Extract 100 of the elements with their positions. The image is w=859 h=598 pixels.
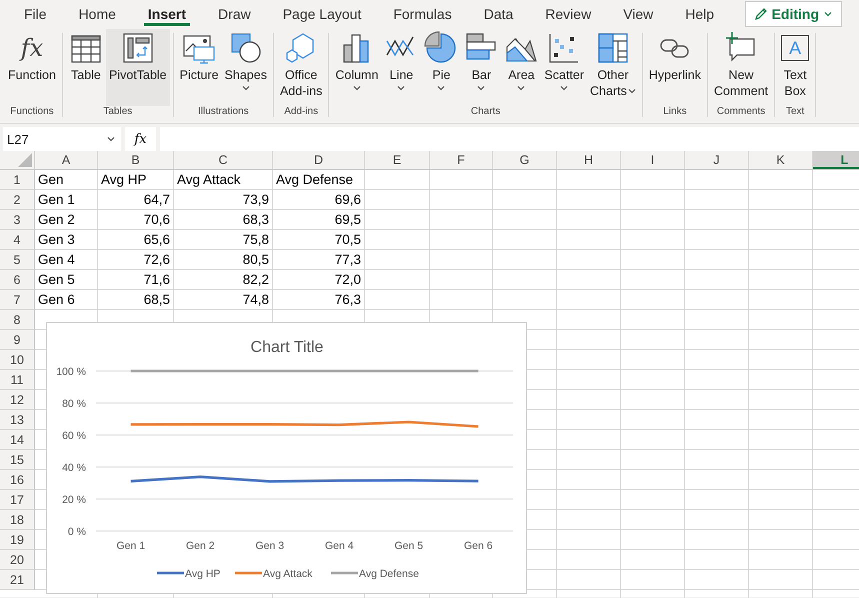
row-header[interactable]: 12 bbox=[0, 390, 35, 410]
ribbon-tab[interactable]: Review bbox=[529, 0, 608, 27]
ribbon-button[interactable]: New Comment bbox=[710, 29, 772, 106]
ribbon-tab[interactable]: Help bbox=[669, 0, 730, 27]
text-box-icon: A bbox=[781, 35, 810, 61]
table-cell: Gen 3 bbox=[38, 231, 75, 248]
chart-area[interactable]: Chart Title 0 % 20 % 40 % 60 % 80 % 100 % Gen 1 Gen 2 Gen 3 Gen 4 Gen 5 Gen 6 Avg HP Avg Attack Avg Defense bbox=[46, 322, 527, 594]
ribbon-button[interactable]: A Text Box bbox=[778, 29, 812, 106]
row-header[interactable]: 6 bbox=[0, 270, 35, 290]
row-header[interactable]: 9 bbox=[0, 330, 35, 350]
ribbon-button[interactable]: Picture bbox=[176, 29, 222, 106]
pie-chart-icon bbox=[424, 31, 458, 65]
column-header[interactable]: G bbox=[493, 151, 557, 169]
legend-label: Avg Defense bbox=[359, 568, 419, 580]
row-header[interactable]: 5 bbox=[0, 250, 35, 270]
ribbon-tab[interactable]: Data bbox=[468, 0, 530, 27]
ribbon-tab[interactable]: Home bbox=[62, 0, 132, 27]
chart-grid-icon bbox=[596, 31, 630, 65]
row-header[interactable]: 4 bbox=[0, 230, 35, 250]
row-header[interactable]: 1 bbox=[0, 170, 35, 190]
table-cell: Gen 5 bbox=[38, 271, 75, 288]
table-cell: 75,8 bbox=[242, 231, 269, 248]
row-header[interactable]: 18 bbox=[0, 510, 35, 530]
group-label: Text bbox=[784, 106, 806, 117]
column-header[interactable]: I bbox=[621, 151, 685, 169]
caret-icon bbox=[823, 9, 833, 19]
table-cell: Avg HP bbox=[101, 171, 147, 188]
row-header[interactable]: 11 bbox=[0, 370, 35, 390]
ribbon-tab[interactable]: View bbox=[607, 0, 670, 27]
row-header[interactable]: 16 bbox=[0, 470, 35, 490]
ribbon-button[interactable]: Shapes bbox=[222, 29, 270, 106]
ribbon-button[interactable]: Bar bbox=[461, 29, 502, 106]
table-cell: 77,3 bbox=[334, 251, 361, 268]
caret-icon bbox=[477, 84, 486, 92]
row-header[interactable]: 8 bbox=[0, 310, 35, 330]
row-header[interactable]: 20 bbox=[0, 550, 35, 570]
ribbon-button[interactable]: PivotTable bbox=[106, 29, 170, 106]
column-header[interactable]: C bbox=[174, 151, 273, 169]
axis-label: Gen 1 bbox=[116, 540, 146, 552]
row-header[interactable]: 21 bbox=[0, 570, 35, 590]
row-header[interactable]: 14 bbox=[0, 430, 35, 450]
column-header[interactable]: F bbox=[430, 151, 493, 169]
legend-swatch bbox=[235, 572, 262, 574]
row-header[interactable]: 10 bbox=[0, 350, 35, 370]
row-header[interactable]: 13 bbox=[0, 410, 35, 430]
row-header[interactable]: 19 bbox=[0, 530, 35, 550]
ribbon-button[interactable]: Pie bbox=[421, 29, 462, 106]
group-label: Comments bbox=[716, 106, 766, 117]
column-header[interactable]: B bbox=[98, 151, 174, 169]
table-cell: 72,6 bbox=[144, 251, 170, 268]
caret-icon bbox=[352, 84, 361, 92]
ribbon-button[interactable]: Area bbox=[501, 29, 542, 106]
table-cell: Avg Defense bbox=[276, 171, 354, 188]
table-cell: Gen 2 bbox=[38, 211, 75, 228]
ribbon-button[interactable]: Column bbox=[332, 29, 382, 106]
table-cell: 70,6 bbox=[144, 211, 170, 228]
table-cell: Avg Attack bbox=[177, 171, 241, 188]
row-header[interactable]: 15 bbox=[0, 450, 35, 470]
ribbon-button[interactable]: Other Charts bbox=[587, 29, 639, 106]
ribbon-button[interactable]: Hyperlink bbox=[646, 29, 704, 106]
row-header[interactable]: 2 bbox=[0, 190, 35, 210]
chart-title: Chart Title bbox=[250, 339, 324, 356]
function-icon: fx bbox=[20, 34, 44, 62]
ribbon-button[interactable]: Office Add-ins bbox=[276, 29, 326, 106]
ribbon-button[interactable]: Scatter bbox=[541, 29, 588, 106]
ribbon-button[interactable]: fx Function bbox=[5, 29, 59, 106]
legend-swatch bbox=[157, 572, 184, 574]
row-header[interactable]: 7 bbox=[0, 290, 35, 310]
table-cell: 76,3 bbox=[334, 291, 361, 308]
editing-mode-button[interactable]: Editing bbox=[744, 1, 842, 27]
legend-label: Avg Attack bbox=[263, 568, 312, 580]
table-cell: 72,0 bbox=[334, 271, 361, 288]
ribbon-tab[interactable]: Formulas bbox=[377, 0, 468, 27]
axis-label: 0 % bbox=[68, 526, 86, 538]
name-box[interactable]: L27 bbox=[3, 127, 121, 151]
row-header[interactable]: 3 bbox=[0, 210, 35, 230]
pencil-icon bbox=[754, 7, 768, 21]
ribbon-tab[interactable]: Draw bbox=[202, 0, 267, 27]
formula-input[interactable] bbox=[160, 127, 859, 151]
axis-label: 80 % bbox=[62, 398, 86, 410]
column-header[interactable]: J bbox=[685, 151, 749, 169]
axis-label: Gen 2 bbox=[186, 540, 215, 552]
ribbon-tab[interactable]: Insert bbox=[132, 0, 202, 27]
caret-icon bbox=[560, 84, 568, 92]
column-header[interactable]: A bbox=[35, 151, 98, 169]
column-header[interactable]: D bbox=[273, 151, 365, 169]
column-header[interactable]: H bbox=[557, 151, 621, 169]
table-cell: 64,7 bbox=[144, 191, 170, 208]
ribbon-tab[interactable]: Page Layout bbox=[266, 0, 378, 27]
ribbon-tab[interactable]: File bbox=[8, 0, 63, 27]
ribbon-button[interactable]: Table bbox=[66, 29, 106, 106]
table-cell: 68,3 bbox=[242, 211, 269, 228]
select-all-icon bbox=[18, 153, 32, 167]
row-header[interactable]: 17 bbox=[0, 490, 35, 510]
ribbon-button[interactable]: Line bbox=[381, 29, 422, 106]
legend-label: Avg HP bbox=[185, 568, 220, 580]
column-header[interactable]: E bbox=[365, 151, 430, 169]
insert-function-button[interactable]: fx bbox=[125, 127, 156, 151]
table-cell: 70,5 bbox=[334, 231, 361, 248]
caret-icon bbox=[242, 84, 250, 92]
